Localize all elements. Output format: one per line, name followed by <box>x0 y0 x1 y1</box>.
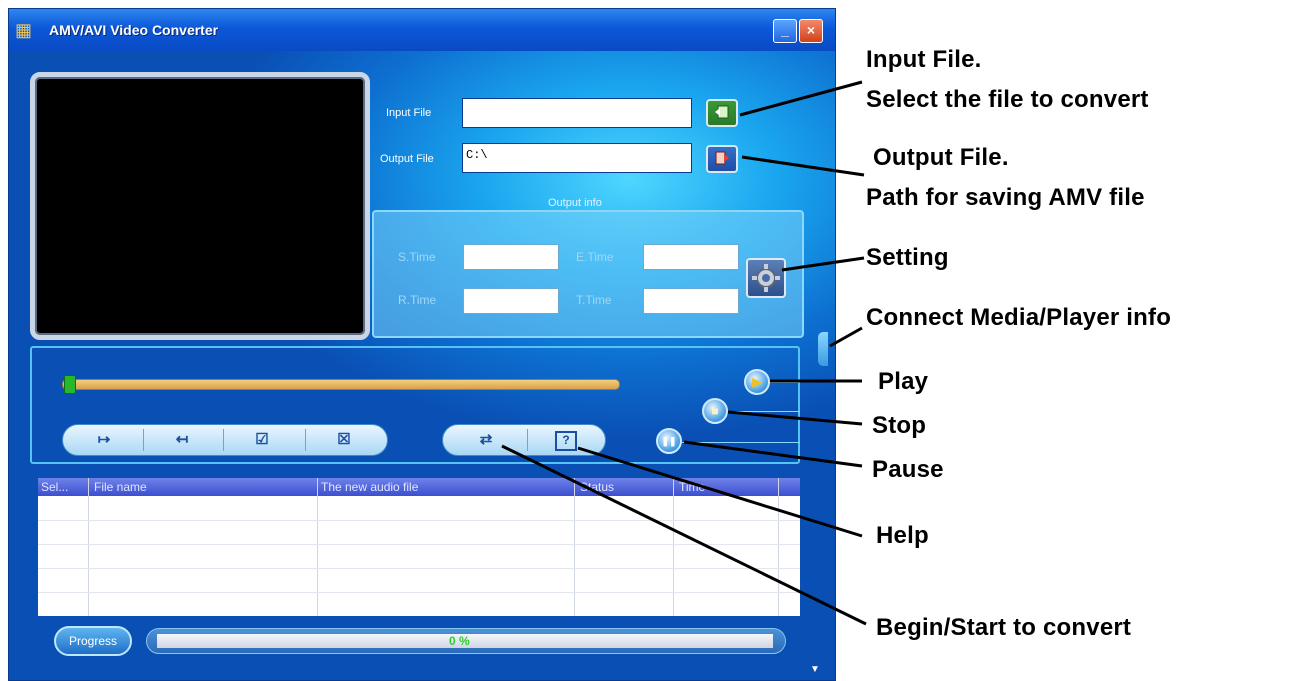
connect-media-tab[interactable] <box>818 332 828 366</box>
annotation-play: Play <box>878 368 929 395</box>
annotation-output-title: Output File. <box>873 144 1009 171</box>
progress-button[interactable]: Progress <box>54 626 132 656</box>
column-header-time[interactable]: Time <box>679 480 705 494</box>
s-time-label: S.Time <box>398 250 436 264</box>
progress-bar-track: 0 % <box>157 634 773 648</box>
check-button[interactable]: ☑ <box>227 425 297 455</box>
toolbar-divider <box>305 429 306 451</box>
toolbar-divider <box>223 429 224 451</box>
column-header-new-audio-file[interactable]: The new audio file <box>321 480 418 494</box>
r-time-label: R.Time <box>398 293 437 307</box>
annotation-input-title: Input File. <box>866 46 982 73</box>
r-time-field[interactable] <box>463 288 559 314</box>
column-divider <box>778 478 779 616</box>
begin-convert-button[interactable]: ⇄ <box>451 425 521 455</box>
column-divider <box>317 478 318 616</box>
stop-button[interactable]: ■ <box>702 398 728 424</box>
column-header-status[interactable]: Status <box>580 480 614 494</box>
toolbar-divider <box>143 429 144 451</box>
output-file-label: Output File <box>380 153 434 165</box>
s-time-field[interactable] <box>463 244 559 270</box>
pause-button[interactable]: ❚❚ <box>656 428 682 454</box>
setting-button[interactable] <box>746 258 786 298</box>
t-time-field[interactable] <box>643 288 739 314</box>
mark-end-button[interactable]: ↤ <box>147 425 217 455</box>
open-file-icon <box>715 105 729 119</box>
input-file-label: Input File <box>386 107 432 119</box>
output-file-field[interactable]: C:\ <box>462 143 692 173</box>
title-bar[interactable]: ▦ AMV/AVI Video Converter _ × <box>9 9 835 51</box>
close-button[interactable]: × <box>799 19 823 43</box>
progress-bar: 0 % <box>146 628 786 654</box>
mark-start-button[interactable]: ↦ <box>69 425 139 455</box>
annotation-pause: Pause <box>872 456 944 483</box>
row-divider <box>38 592 800 593</box>
video-preview <box>30 72 370 340</box>
film-icon: ▦ <box>15 20 33 40</box>
row-divider <box>38 544 800 545</box>
stop-connector <box>726 411 800 412</box>
help-button[interactable]: ? <box>531 425 601 455</box>
row-divider <box>38 568 800 569</box>
browse-output-button[interactable] <box>706 145 738 173</box>
output-info-title: Output info <box>548 197 602 209</box>
annotation-stop: Stop <box>872 412 927 439</box>
toolbar-divider <box>527 429 528 451</box>
file-list[interactable]: Sel... File name The new audio file Stat… <box>38 478 800 616</box>
column-divider <box>673 478 674 616</box>
column-divider <box>88 478 89 616</box>
annotation-input-desc: Select the file to convert <box>866 86 1149 113</box>
column-header-select[interactable]: Sel... <box>41 480 68 494</box>
column-header-file-name[interactable]: File name <box>94 480 147 494</box>
seek-slider[interactable] <box>62 379 620 390</box>
annotation-help: Help <box>876 522 929 549</box>
column-divider <box>574 478 575 616</box>
t-time-label: T.Time <box>576 293 612 307</box>
seek-slider-thumb[interactable] <box>64 375 76 394</box>
e-time-label: E.Time <box>576 250 614 264</box>
save-file-icon <box>715 151 729 165</box>
window-title: AMV/AVI Video Converter <box>49 22 219 38</box>
remove-button[interactable]: ☒ <box>309 425 379 455</box>
annotation-connect: Connect Media/Player info <box>866 304 1172 331</box>
annotation-setting: Setting <box>866 244 949 271</box>
annotation-output-desc: Path for saving AMV file <box>866 184 1145 211</box>
help-icon: ? <box>555 431 577 451</box>
progress-percent: 0 % <box>449 634 470 648</box>
gear-icon <box>752 264 780 292</box>
edit-toolbar: ↦ ↤ ☑ ☒ <box>62 424 388 456</box>
play-connector <box>768 382 800 383</box>
output-info-panel <box>372 210 804 338</box>
pause-connector <box>682 442 800 443</box>
annotation-begin: Begin/Start to convert <box>876 614 1132 641</box>
play-button[interactable]: ▶ <box>744 369 770 395</box>
file-list-header: Sel... File name The new audio file Stat… <box>38 478 800 496</box>
input-file-field[interactable] <box>462 98 692 128</box>
convert-toolbar: ⇄ ? <box>442 424 606 456</box>
row-divider <box>38 520 800 521</box>
browse-input-button[interactable] <box>706 99 738 127</box>
e-time-field[interactable] <box>643 244 739 270</box>
minimize-button[interactable]: _ <box>773 19 797 43</box>
expand-arrow-icon[interactable]: ▼ <box>810 664 820 675</box>
